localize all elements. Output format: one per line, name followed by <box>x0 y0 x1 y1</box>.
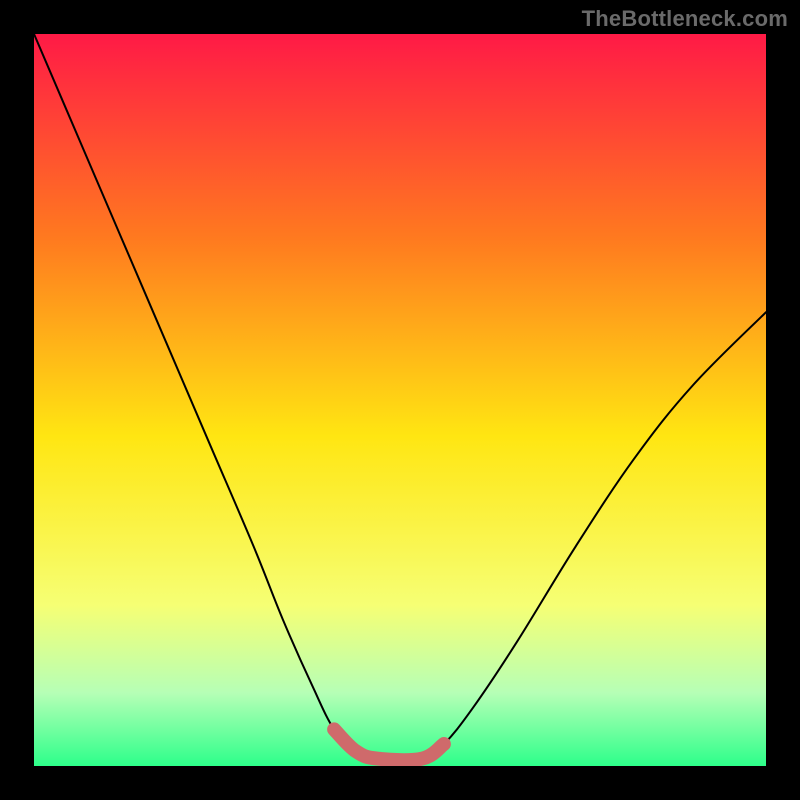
watermark-text: TheBottleneck.com <box>582 6 788 32</box>
plot-area <box>34 34 766 766</box>
chart-canvas: TheBottleneck.com <box>0 0 800 800</box>
highlight-segment <box>334 729 444 760</box>
bottleneck-curve <box>34 34 766 760</box>
curve-layer <box>34 34 766 766</box>
